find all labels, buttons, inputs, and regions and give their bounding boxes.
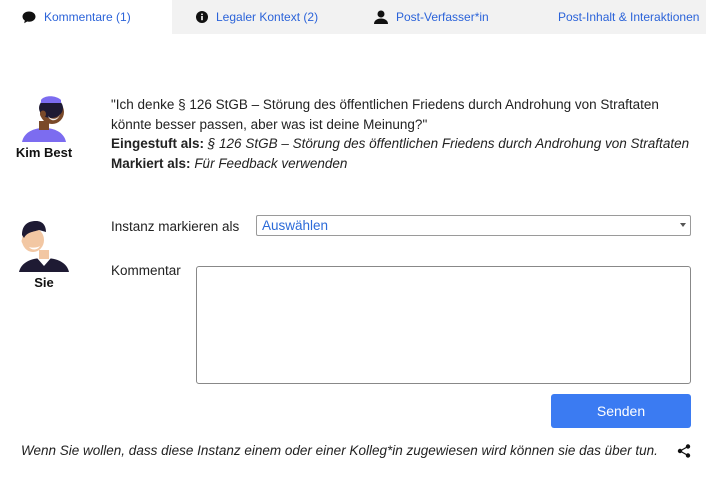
- mark-as-label: Instanz markieren als: [111, 219, 240, 234]
- info-icon: [196, 11, 208, 23]
- marked-label: Markiert als:: [111, 155, 191, 171]
- send-button[interactable]: Senden: [551, 394, 691, 428]
- tab-label: Post-Verfasser*in: [396, 10, 489, 24]
- comment-body: "Ich denke § 126 StGB – Störung des öffe…: [111, 95, 691, 173]
- tab-label: Kommentare (1): [44, 10, 131, 24]
- tab-post-inhalt[interactable]: Post-Inhalt & Interaktionen: [532, 0, 706, 34]
- chevron-down-icon: [680, 223, 686, 227]
- avatar-kim-best: [18, 94, 70, 142]
- tab-bar: Kommentare (1) Legaler Kontext (2) Post-…: [0, 0, 706, 34]
- tab-label: Post-Inhalt & Interaktionen: [558, 10, 700, 24]
- comment-label: Kommentar: [111, 263, 181, 278]
- comment-author: Kim Best: [15, 145, 73, 160]
- tab-post-verfasser[interactable]: Post-Verfasser*in: [352, 0, 532, 34]
- assign-hint: Wenn Sie wollen, dass diese Instanz eine…: [21, 443, 658, 458]
- tab-legaler-kontext[interactable]: Legaler Kontext (2): [172, 0, 352, 34]
- classified-line: Eingestuft als: § 126 StGB – Störung des…: [111, 134, 691, 154]
- person-icon: [374, 10, 388, 24]
- comment-text: "Ich denke § 126 StGB – Störung des öffe…: [111, 97, 659, 132]
- reply-author: Sie: [34, 275, 54, 290]
- avatar-sie: [19, 220, 69, 272]
- comment-textarea[interactable]: [196, 266, 691, 384]
- comment-icon: [22, 11, 36, 24]
- share-icon[interactable]: [676, 443, 692, 459]
- classified-value: § 126 StGB – Störung des öffentlichen Fr…: [207, 136, 690, 151]
- mark-as-select[interactable]: Auswählen: [256, 215, 691, 236]
- select-value: Auswählen: [262, 218, 329, 233]
- marked-value: Für Feedback verwenden: [194, 155, 348, 171]
- marked-line: Markiert als: Für Feedback verwenden: [111, 154, 691, 174]
- tab-label: Legaler Kontext (2): [216, 10, 319, 24]
- tab-kommentare[interactable]: Kommentare (1): [0, 0, 172, 34]
- classified-label: Eingestuft als:: [111, 136, 205, 151]
